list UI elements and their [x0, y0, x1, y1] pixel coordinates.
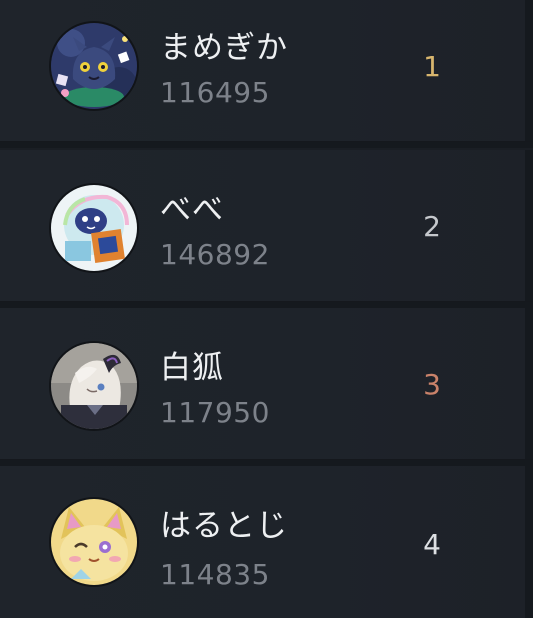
row-divider: [525, 0, 533, 141]
avatar[interactable]: [51, 343, 137, 429]
avatar[interactable]: [51, 23, 137, 109]
player-score: 114835: [160, 558, 270, 591]
row-divider: [525, 466, 533, 618]
leaderboard-row-4[interactable]: はるとじ 114835 4: [0, 466, 533, 618]
rank-number: 2: [423, 210, 441, 243]
leaderboard-row-1[interactable]: まめぎか 116495 1: [0, 0, 533, 142]
leaderboard-row-3[interactable]: 白狐 117950 3: [0, 308, 533, 460]
leaderboard-list: まめぎか 116495 1 べべ 146892 2 白狐 117950 3 はる…: [0, 0, 533, 618]
row-divider: [525, 150, 533, 301]
player-name: まめぎか: [160, 30, 288, 66]
player-name: はるとじ: [160, 508, 288, 544]
avatar[interactable]: [51, 499, 137, 585]
rank-number: 1: [423, 50, 441, 83]
row-divider: [525, 308, 533, 459]
player-name: 白狐: [160, 350, 224, 386]
yellow-cat-avatar-icon: [51, 499, 137, 585]
navy-creature-avatar-icon: [51, 23, 137, 109]
avatar[interactable]: [51, 185, 137, 271]
player-name: べべ: [160, 192, 224, 228]
bubble-creature-avatar-icon: [51, 185, 137, 271]
white-fox-avatar-icon: [51, 343, 137, 429]
rank-number: 3: [423, 368, 441, 401]
row-divider: [0, 142, 533, 148]
rank-number: 4: [423, 528, 441, 561]
player-score: 146892: [160, 238, 270, 271]
player-score: 117950: [160, 396, 270, 429]
leaderboard-row-2[interactable]: べべ 146892 2: [0, 150, 533, 302]
player-score: 116495: [160, 76, 270, 109]
